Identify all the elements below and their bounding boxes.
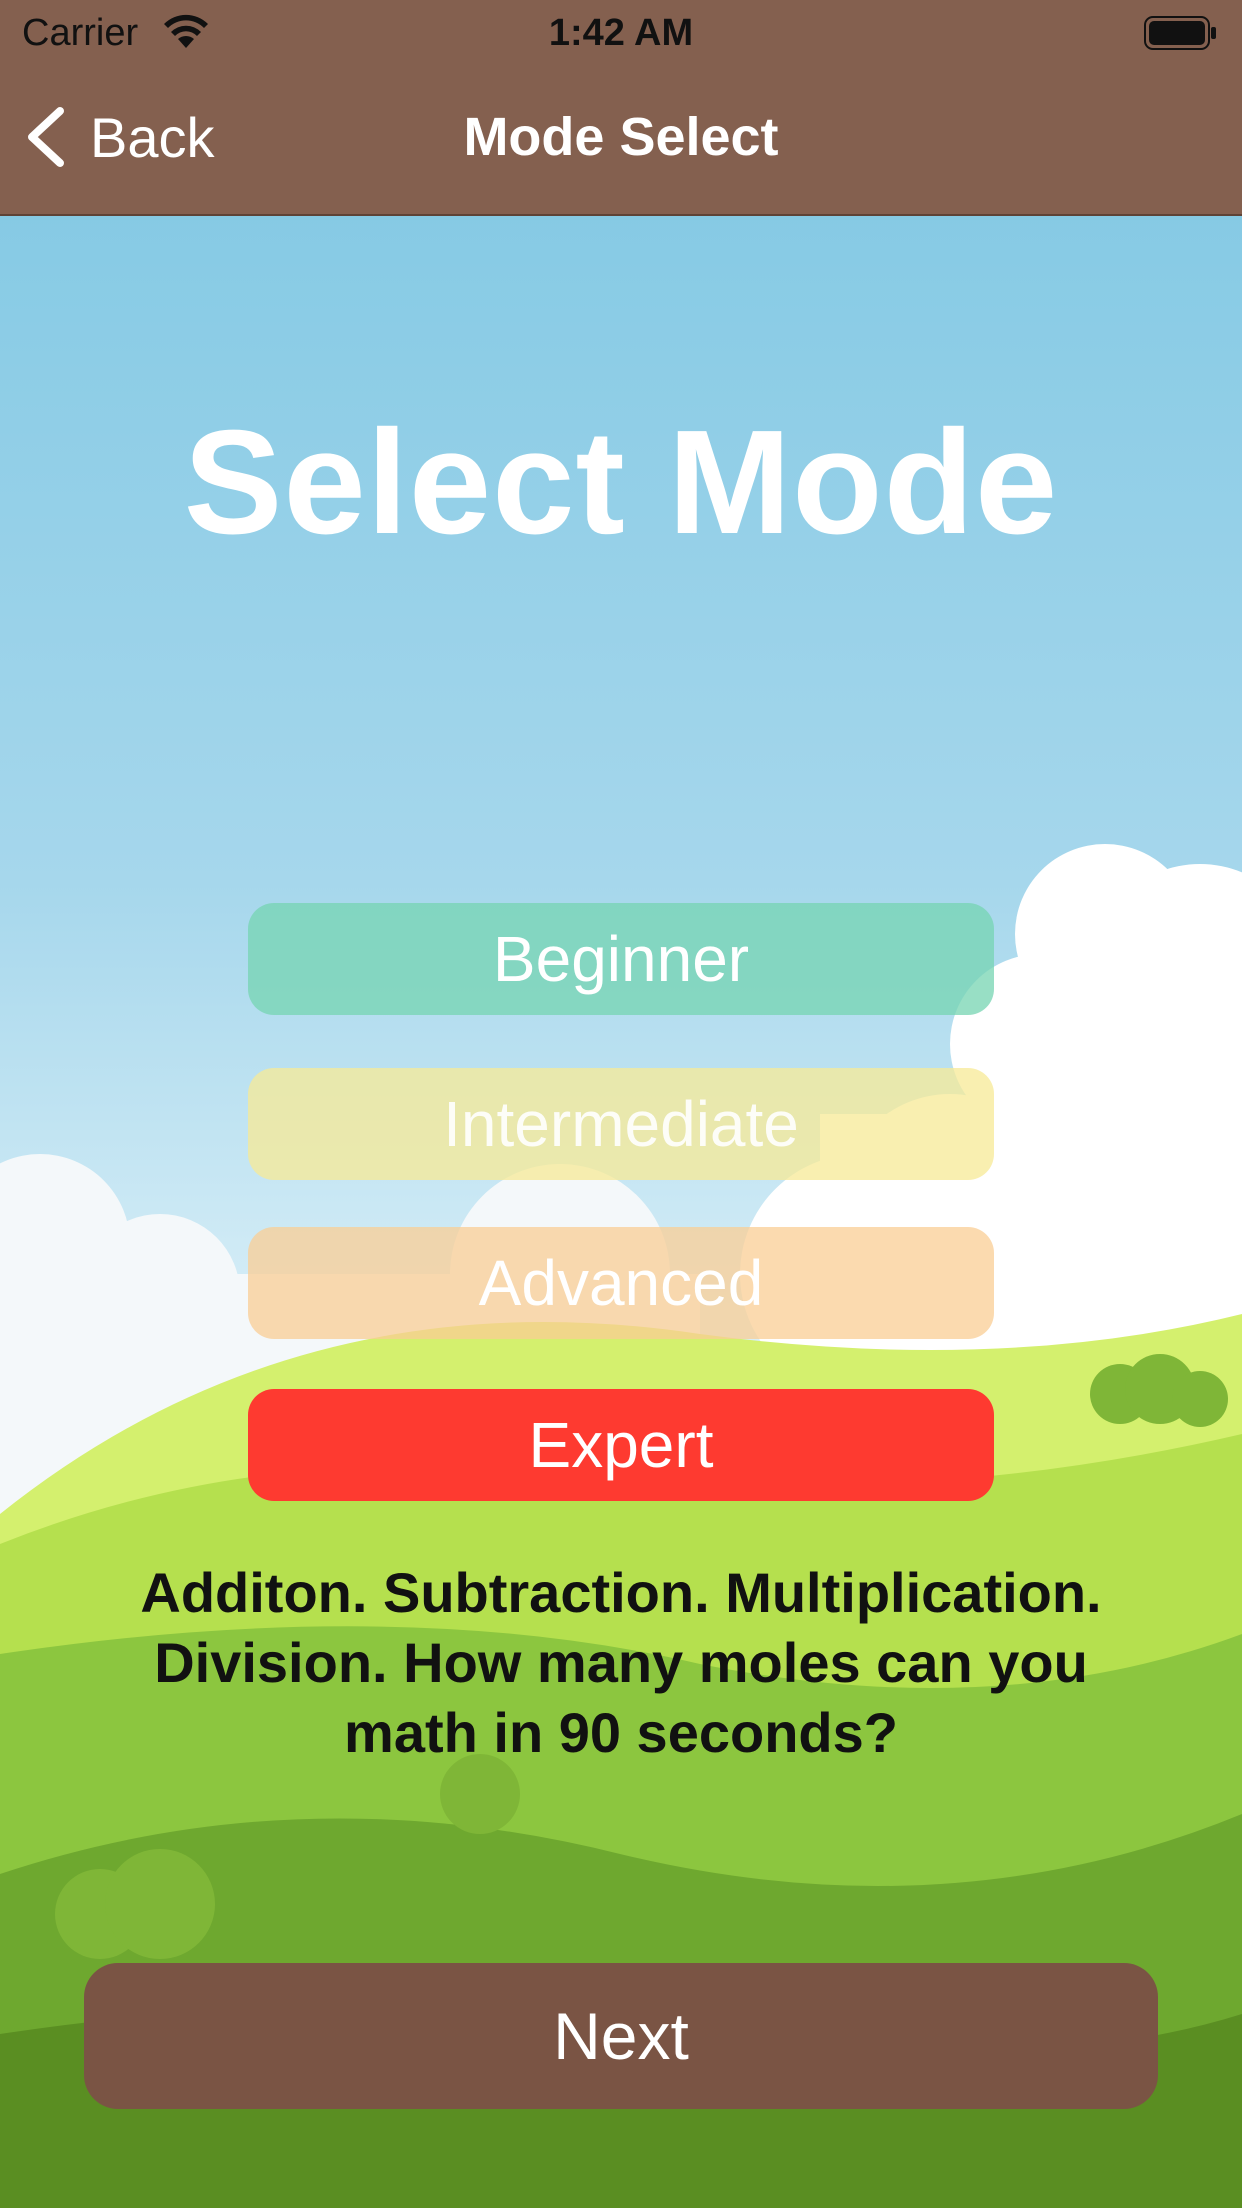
mode-button-beginner[interactable]: Beginner (248, 903, 994, 1015)
mode-description: Additon. Subtraction. Multiplication. Di… (140, 1561, 1102, 1764)
mode-select-screen: Carrier 1:42 AM Back Mode Select Select … (0, 0, 1242, 2208)
navigation-bar: Back Mode Select (0, 66, 1242, 216)
mode-button-advanced[interactable]: Advanced (248, 1227, 994, 1339)
battery-icon (1144, 16, 1216, 50)
mode-button-intermediate[interactable]: Intermediate (248, 1068, 994, 1180)
nav-title: Mode Select (463, 107, 779, 167)
status-bar: Carrier 1:42 AM (0, 0, 1242, 66)
mode-button-expert[interactable]: Expert (248, 1389, 994, 1501)
page-heading: Select Mode (183, 400, 1059, 565)
next-button[interactable]: Next (84, 1963, 1158, 2109)
clock: 1:42 AM (548, 12, 694, 54)
